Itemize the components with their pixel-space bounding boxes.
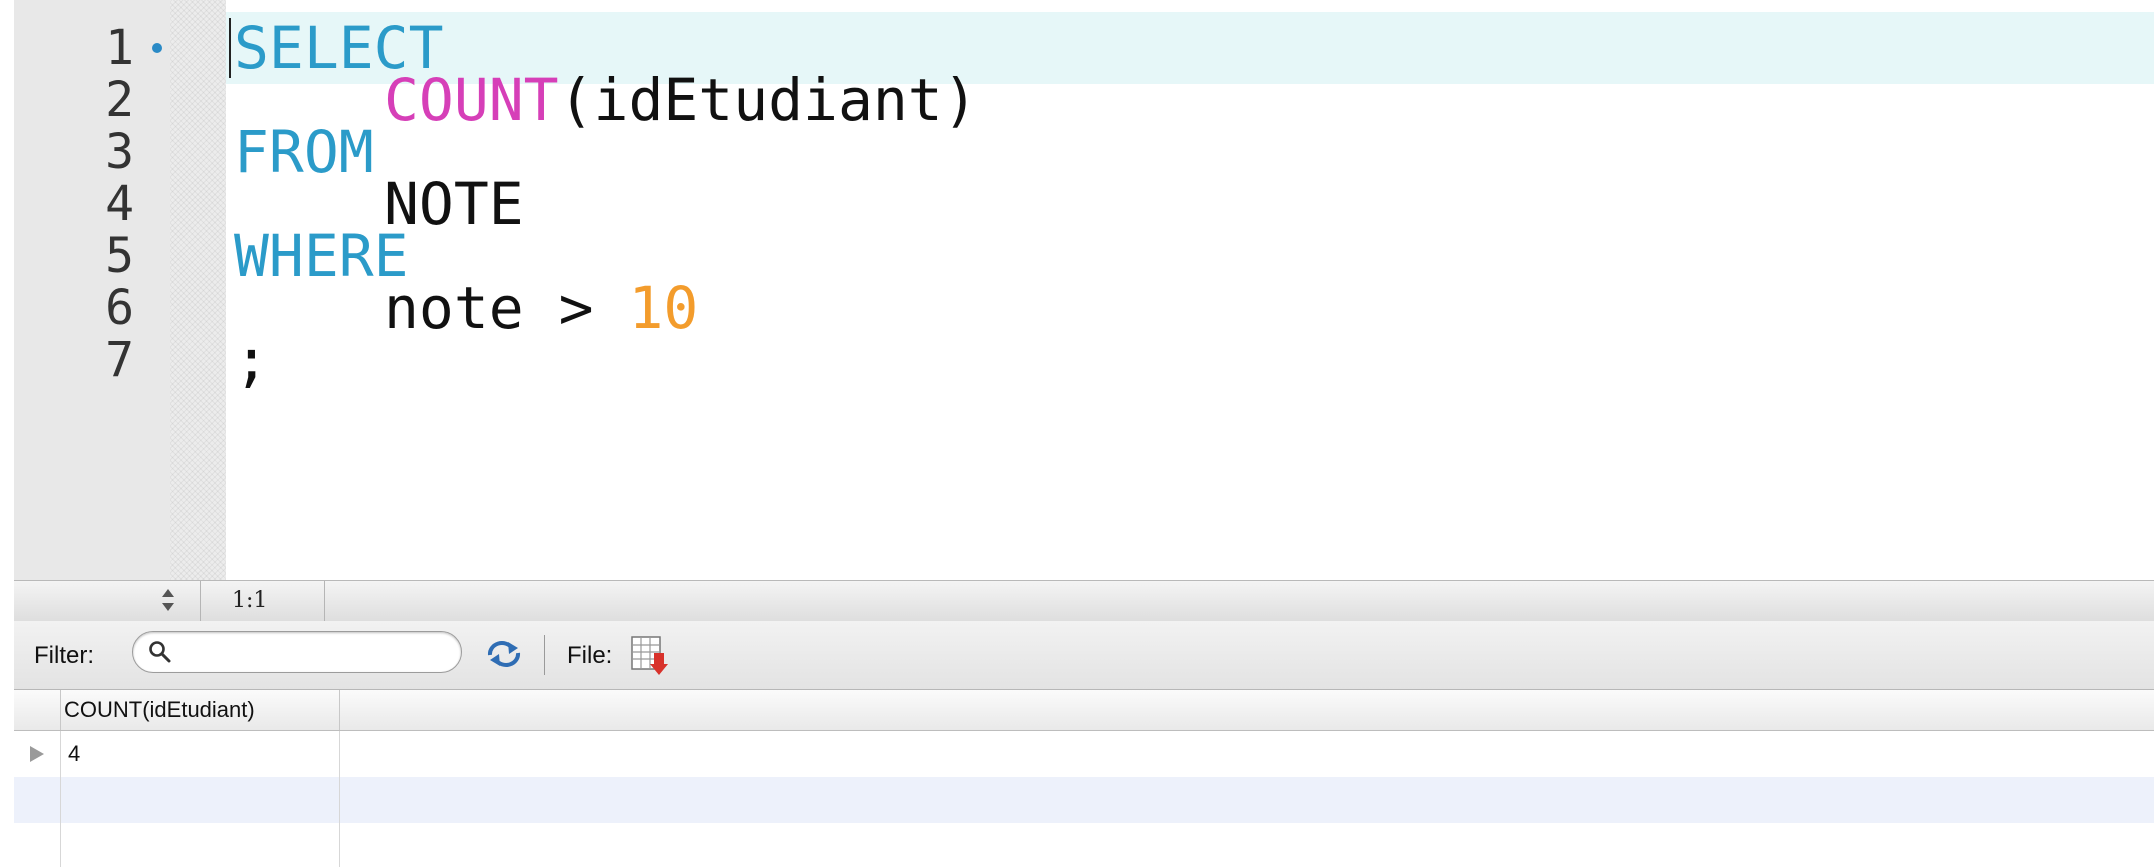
table-cell[interactable] — [60, 777, 340, 823]
stepper-up-icon[interactable] — [162, 589, 174, 597]
status-divider — [324, 581, 325, 621]
table-row[interactable]: 4 — [14, 731, 2154, 777]
row-indicator — [14, 731, 61, 777]
table-cell[interactable]: 4 — [60, 731, 340, 777]
fold-margin — [170, 0, 226, 580]
code-area[interactable]: SELECT COUNT(idEtudiant) FROM NOTE WHERE note… — [226, 0, 2154, 580]
filter-search-input[interactable] — [132, 631, 462, 673]
current-row-arrow-icon — [30, 746, 44, 762]
table-cell[interactable] — [60, 823, 340, 867]
line-stepper[interactable] — [162, 587, 176, 615]
results-grid[interactable]: COUNT(idEtudiant) 4 — [14, 690, 2154, 867]
grid-header-row: COUNT(idEtudiant) — [14, 690, 2154, 731]
export-file-icon[interactable] — [630, 633, 674, 677]
column-header[interactable]: COUNT(idEtudiant) — [60, 690, 340, 730]
line-number: 7 — [105, 332, 134, 388]
editor-status-bar: 1:1 — [14, 580, 2154, 622]
filter-label: Filter: — [34, 642, 94, 669]
row-indicator-header — [14, 690, 61, 730]
empty-table-row[interactable] — [14, 823, 2154, 867]
toolbar-divider — [544, 635, 545, 675]
file-label: File: — [567, 642, 613, 669]
statement-marker-icon — [152, 43, 162, 53]
row-indicator — [14, 777, 61, 823]
empty-table-row[interactable] — [14, 777, 2154, 823]
stepper-down-icon[interactable] — [162, 603, 174, 611]
cursor-position: 1:1 — [232, 588, 268, 613]
search-icon — [149, 641, 171, 663]
refresh-icon[interactable] — [484, 639, 524, 669]
code-line[interactable]: ; — [226, 324, 2154, 396]
result-toolbar: Filter: File: — [14, 621, 2154, 690]
code-line-text: ; — [234, 324, 269, 396]
sql-plain-token: ; — [234, 326, 269, 394]
sql-editor[interactable]: SELECT COUNT(idEtudiant) FROM NOTE WHERE note… — [14, 0, 2154, 580]
status-divider — [200, 581, 201, 621]
row-indicator — [14, 823, 61, 867]
